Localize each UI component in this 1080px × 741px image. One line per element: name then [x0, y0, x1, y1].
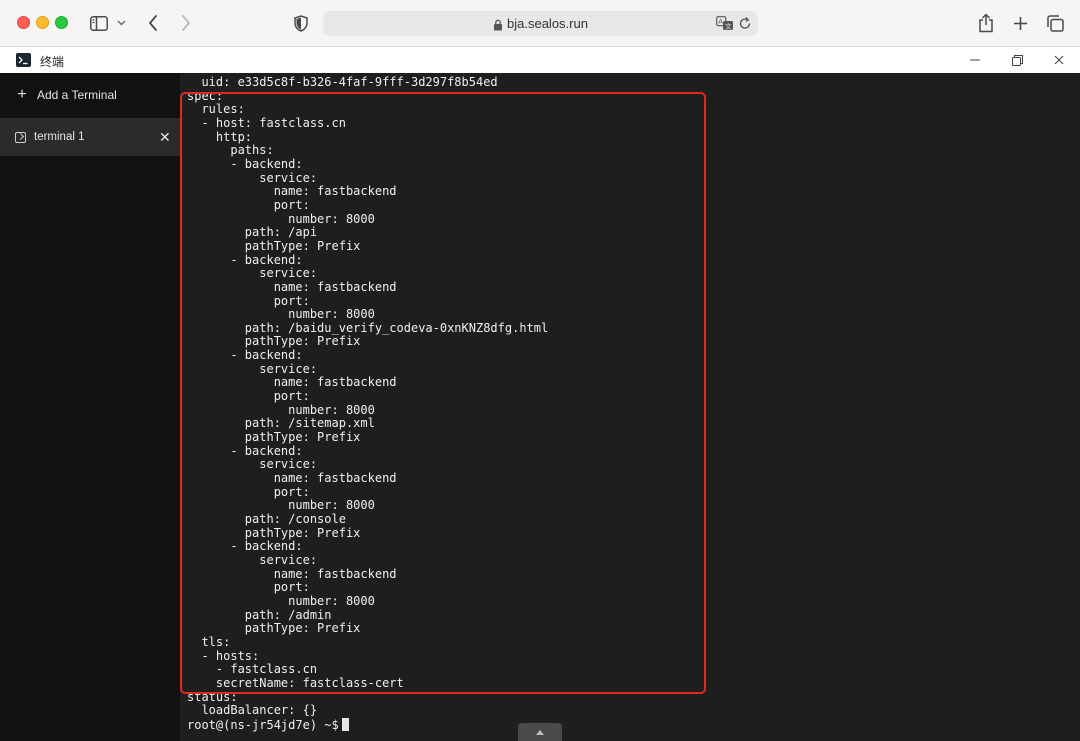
zoom-window-button[interactable]: [55, 16, 68, 29]
browser-toolbar: bja.sealos.run A文: [0, 0, 1080, 47]
close-window-button[interactable]: [17, 16, 30, 29]
terminal-output[interactable]: uid: e33d5c8f-b326-4faf-9fff-3d297f8b54e…: [180, 73, 1080, 741]
minimize-window-button[interactable]: [36, 16, 49, 29]
close-tab-icon[interactable]: ✕: [159, 129, 171, 146]
translate-icon[interactable]: A文: [716, 16, 734, 31]
terminal-icon: [15, 131, 26, 143]
chevron-down-icon[interactable]: [114, 14, 128, 32]
plus-icon: +: [17, 86, 27, 103]
add-terminal-label: Add a Terminal: [37, 88, 117, 102]
highlight-annotation: [180, 92, 706, 694]
scroll-up-handle[interactable]: [518, 723, 562, 741]
terminal-prompt: root@(ns-jr54jd7e) ~$: [187, 717, 548, 732]
lock-icon: [493, 18, 503, 30]
app-title-bar: 终端: [0, 47, 1080, 73]
back-icon[interactable]: [143, 12, 163, 34]
svg-text:A: A: [718, 18, 723, 26]
sidebar-icon[interactable]: [86, 12, 112, 34]
add-terminal-button[interactable]: + Add a Terminal: [14, 85, 117, 105]
close-icon[interactable]: [1050, 51, 1068, 69]
terminal-sidebar: + Add a Terminal terminal 1 ✕: [0, 73, 180, 741]
address-bar[interactable]: bja.sealos.run A文: [323, 11, 758, 36]
forward-icon[interactable]: [176, 12, 196, 34]
shield-icon[interactable]: [291, 12, 311, 34]
terminal-tab[interactable]: terminal 1 ✕: [0, 118, 180, 156]
url-text: bja.sealos.run: [507, 16, 588, 31]
terminal-app-icon: [16, 53, 31, 67]
plus-icon[interactable]: [1010, 12, 1030, 34]
terminal-line: uid: e33d5c8f-b326-4faf-9fff-3d297f8b54e…: [187, 75, 498, 89]
restore-icon[interactable]: [1008, 51, 1026, 69]
text-cursor: [341, 717, 349, 731]
terminal-line: loadBalancer: {}: [187, 703, 318, 718]
prompt-text: root@(ns-jr54jd7e) ~$: [187, 717, 339, 732]
share-icon[interactable]: [976, 11, 996, 35]
minimize-icon[interactable]: [966, 51, 984, 69]
app-title: 终端: [40, 55, 65, 69]
reload-icon[interactable]: [738, 16, 752, 31]
tabs-icon[interactable]: [1044, 12, 1066, 34]
terminal-tab-label: terminal 1: [34, 131, 85, 143]
svg-text:文: 文: [725, 21, 732, 30]
